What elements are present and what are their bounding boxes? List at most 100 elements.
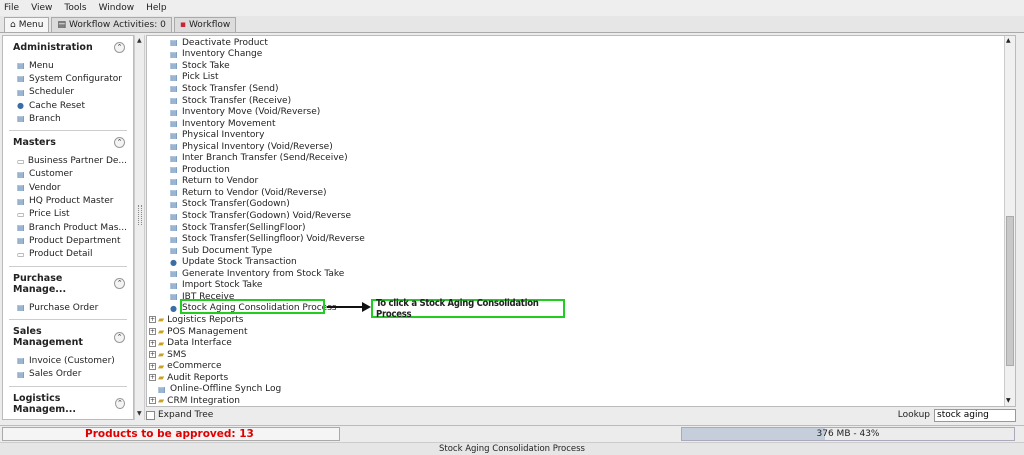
sidebar-item[interactable]: ▤ Product Department bbox=[9, 234, 127, 247]
splitter-up-icon[interactable]: ▲ bbox=[137, 37, 143, 44]
tree-item[interactable]: ▤ Deactivate Product bbox=[170, 37, 268, 49]
menu-help[interactable]: Help bbox=[146, 3, 167, 13]
tree-item[interactable]: ▤ Stock Take bbox=[170, 60, 230, 72]
selected-item-highlight bbox=[180, 299, 325, 314]
tree-item[interactable]: ▤ Import Stock Take bbox=[170, 280, 262, 292]
splitter-handle[interactable] bbox=[138, 205, 142, 225]
expand-plus-icon[interactable]: + bbox=[149, 374, 156, 382]
tree-item-label: Stock Transfer(Sellingfloor) Void/Revers… bbox=[182, 234, 365, 245]
lookup-input[interactable] bbox=[934, 408, 1016, 422]
sidebar-item[interactable]: ▭ Business Partner De... bbox=[9, 154, 127, 167]
scroll-down-icon[interactable]: ▼ bbox=[1006, 397, 1011, 404]
tree-folder[interactable]: + ▰ Logistics Reports bbox=[149, 314, 243, 326]
sidebar-item[interactable]: ▤ Scheduler bbox=[9, 86, 127, 99]
tree-folder-label: POS Management bbox=[167, 326, 248, 337]
tab-workflow[interactable]: ▪ Workflow bbox=[173, 17, 237, 32]
menu-file[interactable]: File bbox=[4, 3, 19, 13]
tree-item[interactable]: ▤ Stock Transfer (Send) bbox=[170, 83, 279, 95]
tree-item[interactable]: ▤ Sub Document Type bbox=[170, 245, 272, 257]
sidebar-section-title[interactable]: Sales Management ⌃ bbox=[9, 324, 127, 354]
tree-folder[interactable]: + ▰ eCommerce bbox=[149, 360, 222, 372]
window-icon: ▤ bbox=[170, 246, 178, 256]
tree-item[interactable]: ▤ Inventory Movement bbox=[170, 118, 276, 130]
splitter-down-icon[interactable]: ▼ bbox=[137, 410, 143, 417]
tree-item[interactable]: ▤ Stock Transfer (Receive) bbox=[170, 95, 291, 107]
sidebar-item[interactable]: ▭ Product Detail bbox=[9, 248, 127, 261]
sidebar-item[interactable]: ▤ Branch Product Mas... bbox=[9, 221, 127, 234]
menu-view[interactable]: View bbox=[31, 3, 52, 13]
tree-item[interactable]: ▤ Physical Inventory bbox=[170, 129, 264, 141]
sidebar-item[interactable]: ▤ Purchase Order bbox=[9, 301, 127, 314]
tree-folder[interactable]: + ▰ CRM Integration bbox=[149, 395, 240, 406]
expand-plus-icon[interactable]: + bbox=[149, 351, 156, 359]
tab-menu-label: Menu bbox=[18, 20, 44, 30]
collapse-icon[interactable]: ⌃ bbox=[114, 278, 125, 290]
splitter[interactable]: ▲ ▼ bbox=[134, 35, 145, 420]
expand-plus-icon[interactable]: + bbox=[149, 316, 156, 324]
window-icon: ▤ bbox=[170, 153, 178, 163]
tab-workflow-activities[interactable]: ▤ Workflow Activities: 0 bbox=[51, 17, 172, 32]
tree-folder-label: Logistics Reports bbox=[167, 314, 244, 325]
sidebar-item[interactable]: ▤ Invoice (Customer) bbox=[9, 354, 127, 367]
tree-item[interactable]: ▤ Inter Branch Transfer (Send/Receive) bbox=[170, 153, 348, 165]
sidebar-item[interactable]: ▤ Customer bbox=[9, 168, 127, 181]
expand-plus-icon[interactable]: + bbox=[149, 328, 156, 335]
sidebar-item[interactable]: ▤ System Configurator bbox=[9, 72, 127, 85]
sidebar-section-title[interactable]: Masters ⌃ bbox=[9, 135, 127, 154]
tab-bar: ⌂ Menu ▤ Workflow Activities: 0 ▪ Workfl… bbox=[0, 16, 1024, 33]
scrollbar-thumb[interactable] bbox=[1006, 216, 1014, 366]
expand-plus-icon[interactable]: + bbox=[149, 362, 156, 370]
expand-tree-checkbox[interactable] bbox=[146, 410, 155, 420]
sidebar-section-title[interactable]: Purchase Manage... ⌃ bbox=[9, 271, 127, 301]
tree-item[interactable]: ▤ Generate Inventory from Stock Take bbox=[170, 268, 344, 280]
sidebar-item[interactable]: ▤ HQ Product Master bbox=[9, 194, 127, 207]
sidebar-section-title[interactable]: Administration ⌃ bbox=[9, 40, 127, 59]
menu-window[interactable]: Window bbox=[99, 3, 135, 13]
tree-item[interactable]: ▤ Stock Transfer(Godown) Void/Reverse bbox=[170, 210, 351, 222]
tree-folder[interactable]: ▤ Online-Offline Synch Log bbox=[149, 384, 281, 396]
collapse-icon[interactable]: ⌃ bbox=[114, 398, 125, 410]
tree-item-label: Production bbox=[182, 164, 230, 175]
sidebar-item[interactable]: ● Cache Reset bbox=[9, 99, 127, 112]
sidebar-item-label: HQ Product Master bbox=[29, 196, 114, 207]
collapse-icon[interactable]: ⌃ bbox=[114, 137, 125, 149]
tree-scrollbar[interactable]: ▲ ▼ bbox=[1004, 36, 1015, 406]
tree-item[interactable]: ▤ Inventory Change bbox=[170, 49, 262, 61]
sidebar-item[interactable]: ▤ Branch bbox=[9, 112, 127, 125]
scroll-up-icon[interactable]: ▲ bbox=[1006, 37, 1011, 44]
tree-item[interactable]: ▤ Inventory Move (Void/Reverse) bbox=[170, 106, 320, 118]
approval-status[interactable]: Products to be approved: 13 bbox=[2, 427, 340, 441]
collapse-icon[interactable]: ⌃ bbox=[114, 331, 125, 343]
tree-item[interactable]: ▤ Stock Transfer(Sellingfloor) Void/Rever… bbox=[170, 233, 365, 245]
sidebar-item-label: Product Department bbox=[29, 235, 121, 246]
tree-item[interactable]: ▤ Stock Transfer(SellingFloor) bbox=[170, 222, 306, 234]
window-icon: ▤ bbox=[170, 223, 178, 233]
menu-tree: ▲ ▼ ▤ Deactivate Product ▤ Inventory Change… bbox=[146, 35, 1016, 407]
tree-item[interactable]: ▤ Stock Transfer(Godown) bbox=[170, 199, 290, 211]
tree-item[interactable]: ▤ Production bbox=[170, 164, 230, 176]
tree-item-label: Pick List bbox=[182, 72, 219, 83]
sidebar-item[interactable]: ▤ Sales Order bbox=[9, 367, 127, 380]
tree-folder[interactable]: + ▰ Audit Reports bbox=[149, 372, 228, 384]
sidebar-item[interactable]: ▤ Menu bbox=[9, 59, 127, 72]
memory-indicator[interactable]: 376 MB - 43% bbox=[681, 427, 1015, 441]
tab-menu[interactable]: ⌂ Menu bbox=[4, 17, 50, 32]
tree-item[interactable]: ▤ Return to Vendor (Void/Reverse) bbox=[170, 187, 327, 199]
tree-item[interactable]: ▤ Pick List bbox=[170, 72, 218, 84]
tree-folder[interactable]: + ▰ POS Management bbox=[149, 326, 248, 338]
sidebar-item[interactable]: ▤ Vendor bbox=[9, 181, 127, 194]
tree-folder[interactable]: + ▰ Data Interface bbox=[149, 337, 232, 349]
tree-item[interactable]: ▤ Return to Vendor bbox=[170, 176, 258, 188]
menu-tools[interactable]: Tools bbox=[64, 3, 86, 13]
tree-folder[interactable]: + ▰ SMS bbox=[149, 349, 186, 361]
workflow-activities-icon: ▤ bbox=[57, 20, 66, 30]
tree-item[interactable]: ● Update Stock Transaction bbox=[170, 256, 297, 268]
sidebar-section-title[interactable]: Logistics Managem... ⌃ bbox=[9, 391, 127, 419]
tree-item[interactable]: ▤ Physical Inventory (Void/Reverse) bbox=[170, 141, 333, 153]
expand-plus-icon[interactable]: + bbox=[149, 397, 156, 405]
window-icon: ▤ bbox=[170, 165, 178, 175]
collapse-icon[interactable]: ⌃ bbox=[114, 42, 125, 53]
expand-plus-icon[interactable]: + bbox=[149, 339, 156, 347]
sidebar-item[interactable]: ▭ Price List bbox=[9, 208, 127, 221]
expand-tree-toggle[interactable]: Expand Tree bbox=[146, 410, 213, 420]
